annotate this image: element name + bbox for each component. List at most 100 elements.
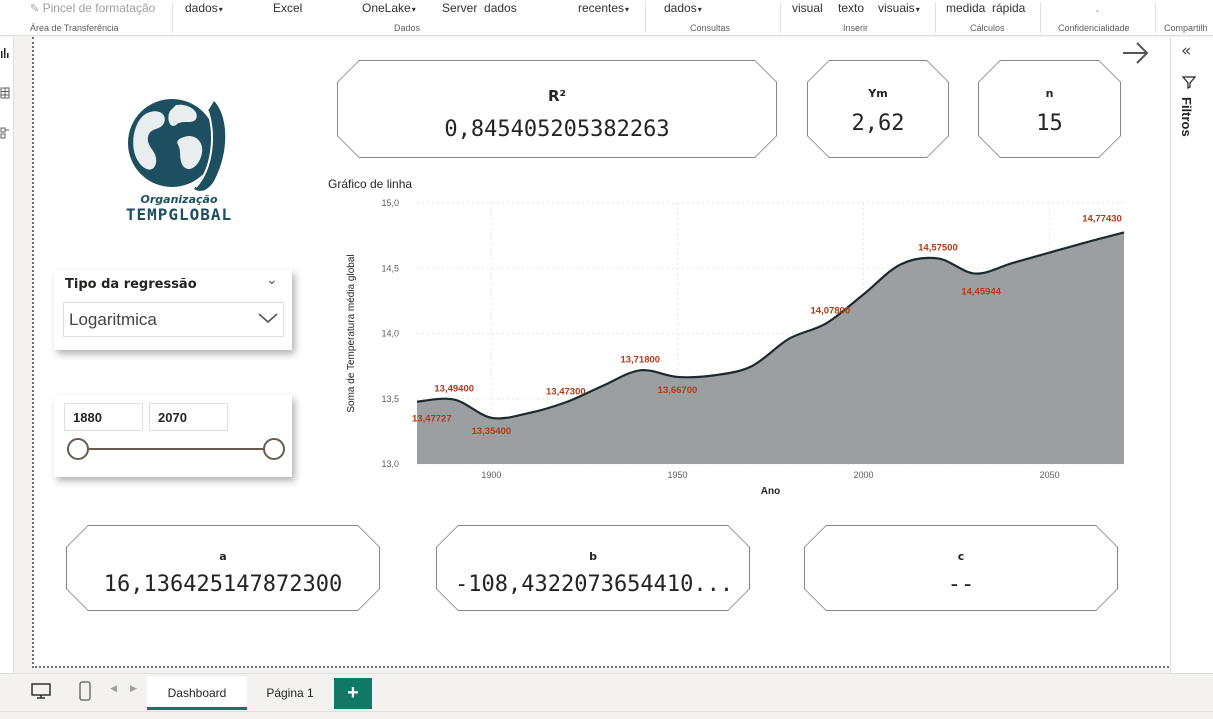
brush-icon: ✎ — [30, 3, 40, 15]
data-label: 13,35400 — [472, 426, 512, 437]
filters-pane: « Filtros — [1170, 37, 1213, 673]
transform-data-dropdown[interactable]: dados▾ — [664, 1, 702, 15]
data-label: 13,47727 — [412, 414, 452, 425]
card-border-shape — [437, 526, 750, 611]
slicer-year-range[interactable]: 1880 2070 — [54, 395, 292, 477]
view-rail — [0, 37, 14, 673]
excel-button[interactable]: Excel — [273, 1, 302, 15]
y-tick-label: 15,0 — [381, 198, 399, 208]
chevron-down-icon: ▾ — [915, 5, 920, 14]
new-visual-button[interactable]: visual — [792, 1, 823, 15]
arrow-right-icon[interactable] — [1121, 40, 1151, 66]
filters-label[interactable]: Filtros — [1179, 97, 1194, 137]
sql-server-button[interactable]: Server dados — [442, 1, 517, 15]
tab-dashboard[interactable]: Dashboard — [147, 676, 247, 710]
text-box-button[interactable]: texto — [838, 1, 864, 15]
logo-line2: TEMPGLOBAL — [125, 205, 233, 224]
data-label: 14,45944 — [961, 287, 1001, 298]
slider-handle-max[interactable] — [263, 438, 285, 460]
recent-sources-dropdown[interactable]: recentes▾ — [578, 1, 629, 15]
ribbon: ✎ Pincel de formatação dados▾ Excel OneL… — [0, 0, 1213, 36]
card-border — [978, 60, 1121, 158]
regression-type-dropdown[interactable]: Logaritmica — [63, 302, 284, 337]
card-border-shape — [979, 61, 1121, 158]
chevron-down-icon — [258, 313, 278, 324]
x-axis-title: Ano — [761, 486, 780, 497]
year-min-input[interactable]: 1880 — [64, 403, 143, 431]
year-max-value: 2070 — [158, 410, 187, 425]
group-insert: Inserir — [843, 23, 869, 33]
data-label: 14,77430 — [1082, 213, 1122, 224]
card-n[interactable]: n 15 — [978, 60, 1121, 158]
ribbon-separator — [780, 2, 781, 33]
new-measure-button[interactable]: medida — [946, 1, 985, 15]
sensitivity-dropdown[interactable]: ⌄ — [1093, 1, 1101, 15]
group-queries: Consultas — [690, 23, 731, 33]
tab-pagina1[interactable]: Página 1 — [249, 676, 331, 710]
prev-page-icon[interactable]: ◀ — [110, 684, 117, 694]
y-tick-label: 14,5 — [381, 263, 399, 273]
chart-title: Gráfico de linha — [328, 177, 412, 191]
slider-handle-min[interactable] — [67, 438, 89, 460]
status-bar — [0, 711, 1213, 719]
globe-logo-icon — [128, 99, 226, 191]
card-ym[interactable]: Ym 2,62 — [807, 60, 949, 158]
chevron-down-icon: ▾ — [218, 5, 223, 14]
onelake-dropdown[interactable]: OneLake▾ — [362, 1, 416, 15]
card-border-shape — [338, 61, 777, 158]
model-view-icon[interactable] — [0, 127, 10, 139]
card-border-shape — [67, 526, 380, 611]
report-page[interactable]: Organização TEMPGLOBAL R² 0,845405205382… — [32, 37, 1172, 668]
mobile-layout-icon[interactable] — [78, 680, 92, 702]
regression-type-value: Logaritmica — [69, 310, 157, 329]
group-sensitivity: Confidencialidade — [1058, 23, 1130, 33]
card-border — [804, 525, 1118, 611]
next-page-icon[interactable]: ▶ — [130, 684, 137, 694]
table-view-icon[interactable] — [0, 87, 10, 99]
y-tick-label: 13,5 — [381, 394, 399, 404]
logo: Organização TEMPGLOBAL — [104, 93, 254, 228]
slicer-regression-title: Tipo da regressão — [65, 277, 197, 292]
group-calculations: Cálculos — [970, 23, 1005, 33]
x-tick-label: 2000 — [854, 470, 874, 480]
x-tick-label: 1950 — [667, 470, 687, 480]
area-fill — [417, 232, 1124, 464]
page-tabs-bar: ◀ ▶ Dashboard Página 1 + — [0, 673, 1213, 711]
ribbon-separator — [935, 2, 936, 33]
card-border — [436, 525, 750, 611]
card-c[interactable]: c -- — [804, 525, 1118, 611]
data-label: 13,71800 — [620, 354, 660, 365]
format-painter-button[interactable]: ✎ Pincel de formatação — [30, 1, 155, 15]
ribbon-separator — [645, 2, 646, 33]
card-b[interactable]: b -108,4322073654410... — [436, 525, 750, 611]
report-canvas: Organização TEMPGLOBAL R² 0,845405205382… — [15, 37, 1172, 673]
add-page-button[interactable]: + — [334, 678, 372, 709]
x-tick-label: 1900 — [481, 470, 501, 480]
chevron-down-icon: ▾ — [625, 5, 630, 14]
y-axis-title: Soma de Temperatura média global — [346, 254, 357, 412]
card-r2[interactable]: R² 0,845405205382263 — [337, 60, 777, 158]
chevron-down-icon[interactable]: ⌄ — [266, 272, 278, 288]
chevron-down-icon: ⌄ — [1094, 5, 1101, 14]
data-label: 13,66700 — [658, 385, 698, 396]
get-data-dropdown[interactable]: dados▾ — [185, 1, 223, 15]
year-min-value: 1880 — [73, 410, 102, 425]
data-label: 14,07800 — [811, 305, 851, 316]
collapse-icon[interactable]: « — [1181, 41, 1191, 61]
desktop-layout-icon[interactable] — [30, 682, 52, 700]
ribbon-separator — [1155, 2, 1156, 33]
card-a[interactable]: a 16,136425147872300 — [66, 525, 380, 611]
data-label: 14,57500 — [918, 242, 958, 253]
more-visuals-dropdown[interactable]: visuais▾ — [878, 1, 920, 15]
year-max-input[interactable]: 2070 — [149, 403, 228, 431]
chevron-down-icon: ▾ — [411, 5, 416, 14]
quick-measure-button[interactable]: rápida — [992, 1, 1025, 15]
data-label: 13,47300 — [546, 386, 586, 397]
y-tick-label: 13,0 — [381, 459, 399, 469]
line-chart-visual[interactable]: Gráfico de linha 13,0 13,5 14,0 14,5 15,0 1900… — [324, 174, 1134, 504]
report-view-icon[interactable] — [0, 47, 10, 59]
slider-track[interactable] — [78, 448, 275, 450]
slicer-regression-type[interactable]: Tipo da regressão ⌄ Logaritmica — [54, 270, 292, 350]
card-border — [807, 60, 949, 158]
data-label: 13,49400 — [434, 384, 474, 395]
